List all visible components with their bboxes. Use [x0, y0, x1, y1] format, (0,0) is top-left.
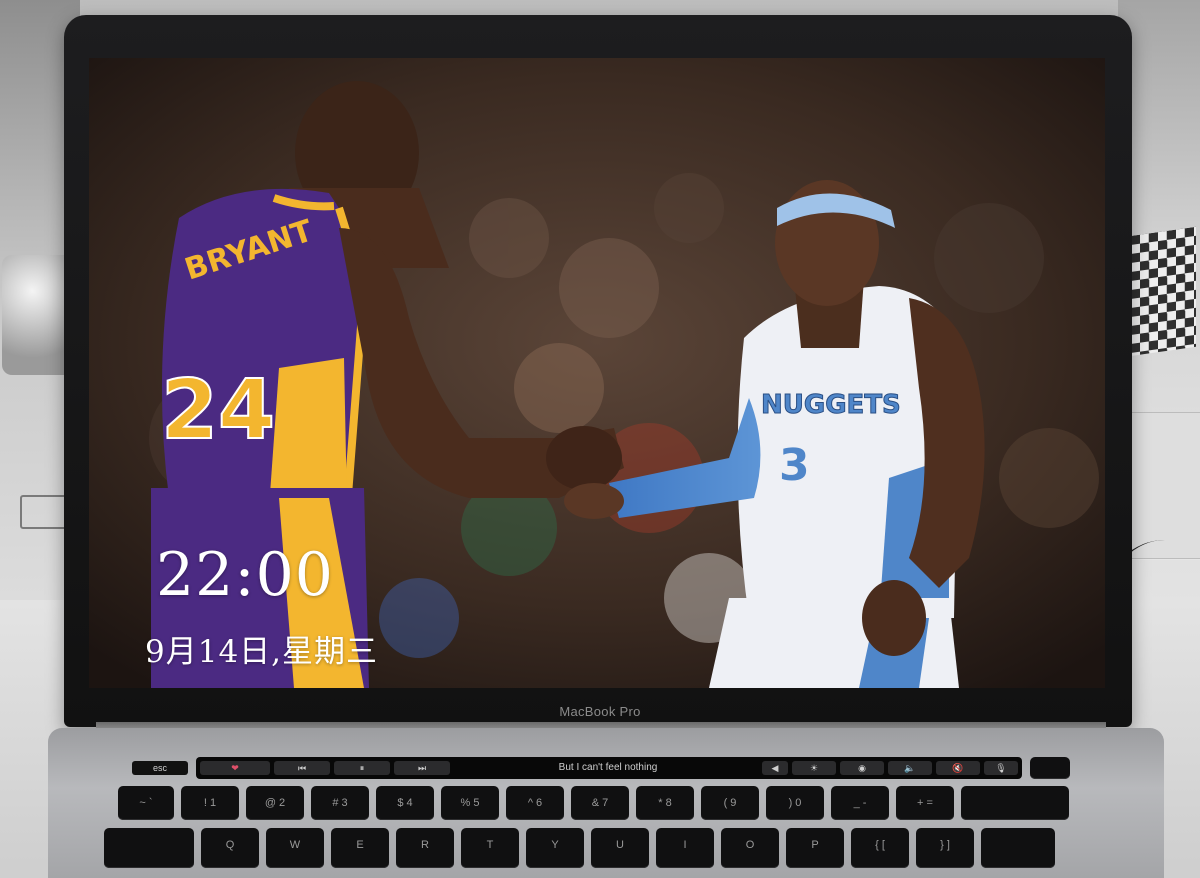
lock-screen[interactable]: BRYANT 24 NUGGETS 3 22:00 9月14日,星期三: [89, 58, 1105, 688]
key-7[interactable]: & 7: [571, 786, 629, 820]
key-i[interactable]: I: [656, 828, 714, 868]
key-w[interactable]: W: [266, 828, 324, 868]
checkered-flag: [1122, 226, 1196, 358]
next-track-icon[interactable]: ⏭: [394, 761, 450, 775]
key-4[interactable]: $ 4: [376, 786, 434, 820]
key-right-bracket[interactable]: } ]: [916, 828, 974, 868]
heart-icon[interactable]: ❤: [200, 761, 270, 775]
key-3[interactable]: # 3: [311, 786, 369, 820]
key-p[interactable]: P: [786, 828, 844, 868]
macbook-brand-label: MacBook Pro: [559, 704, 641, 719]
key-q[interactable]: Q: [201, 828, 259, 868]
key-minus[interactable]: _ -: [831, 786, 889, 820]
jersey-number-right: 3: [779, 440, 810, 491]
now-playing-title: But I can't feel nothing: [558, 762, 658, 773]
siri-icon[interactable]: ◉: [840, 761, 884, 775]
jersey-number-left: 24: [161, 363, 275, 458]
expand-arrow-icon[interactable]: ◀: [762, 761, 788, 775]
pause-icon[interactable]: ⏸: [334, 761, 390, 775]
lock-screen-date: 9月14日,星期三: [145, 634, 379, 670]
jersey-team: NUGGETS: [761, 390, 901, 420]
volume-icon[interactable]: 🔈: [888, 761, 932, 775]
previous-track-icon[interactable]: ⏮: [274, 761, 330, 775]
small-box-icon: [20, 495, 70, 529]
key-6[interactable]: ^ 6: [506, 786, 564, 820]
key-9[interactable]: ( 9: [701, 786, 759, 820]
key-r[interactable]: R: [396, 828, 454, 868]
key-delete[interactable]: [961, 786, 1069, 820]
brightness-icon[interactable]: ☀: [792, 761, 836, 775]
lock-screen-time: 22:00: [156, 540, 334, 610]
esc-key[interactable]: esc: [132, 761, 188, 775]
key-backslash[interactable]: [981, 828, 1055, 868]
key-1[interactable]: ! 1: [181, 786, 239, 820]
key-tab[interactable]: [104, 828, 194, 868]
key-u[interactable]: U: [591, 828, 649, 868]
key-e[interactable]: E: [331, 828, 389, 868]
key-5[interactable]: % 5: [441, 786, 499, 820]
key-left-bracket[interactable]: { [: [851, 828, 909, 868]
key-backtick[interactable]: ~ `: [118, 786, 174, 820]
key-y[interactable]: Y: [526, 828, 584, 868]
key-0[interactable]: ) 0: [766, 786, 824, 820]
microphone-icon[interactable]: 🎙: [984, 761, 1018, 775]
touch-id-key[interactable]: [1030, 757, 1070, 779]
key-t[interactable]: T: [461, 828, 519, 868]
key-8[interactable]: * 8: [636, 786, 694, 820]
mute-icon[interactable]: 🔇: [936, 761, 980, 775]
key-equals[interactable]: + =: [896, 786, 954, 820]
key-o[interactable]: O: [721, 828, 779, 868]
touch-bar[interactable]: esc ❤ ⏮ ⏸ ⏭ But I can't feel nothing ◀ ☀…: [132, 757, 1022, 779]
key-2[interactable]: @ 2: [246, 786, 304, 820]
